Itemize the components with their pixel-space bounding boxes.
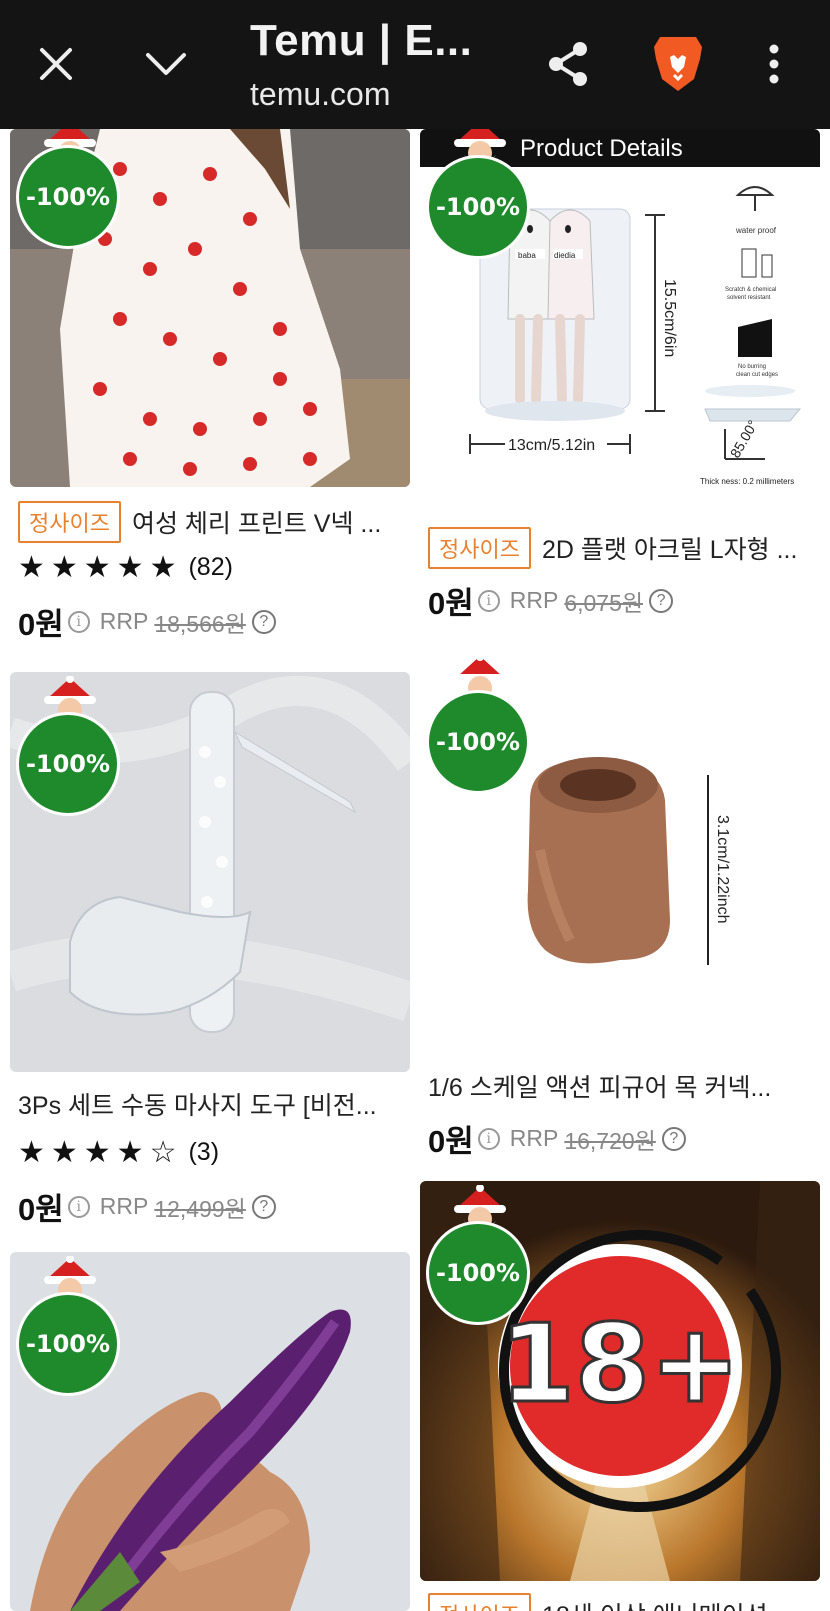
discount-badge: -100%: [426, 1185, 530, 1325]
discount-badge: -100%: [426, 654, 530, 794]
size-tag: 정사이즈: [428, 527, 531, 569]
product-title[interactable]: 여성 체리 프린트 V넥 ...: [132, 504, 381, 540]
discount-label: -100%: [426, 155, 530, 259]
image-label-left: baba: [518, 251, 536, 260]
discount-label: -100%: [426, 1221, 530, 1325]
rating-row: ★★★★☆ (3): [18, 1135, 219, 1170]
discount-badge: -100%: [16, 1256, 120, 1396]
question-icon[interactable]: ?: [661, 1126, 686, 1151]
product-card[interactable]: Product Details baba diedia 15.5cm/6in 1…: [420, 119, 820, 629]
size-tag: 정사이즈: [428, 1593, 531, 1611]
image-width-text: 13cm/5.12in: [508, 437, 595, 454]
question-icon[interactable]: ?: [251, 1194, 276, 1219]
rrp-value: 6,075원: [564, 589, 644, 616]
rrp-value: 16,720원: [564, 1127, 656, 1154]
product-card[interactable]: -100% 정사이즈 여성 체리 프린트 V넥 ... ★★★★★ (82) 0…: [10, 119, 410, 642]
feature-text: No burring: [738, 364, 766, 370]
image-dimension-text: 3.1cm/1.22inch: [714, 815, 731, 924]
product-title[interactable]: 18세 이상 애니메이션...: [542, 1596, 789, 1611]
discount-label: -100%: [16, 1292, 120, 1396]
product-card[interactable]: 18+ -100% 정사이즈 18세 이상 애니메이션...: [420, 1181, 820, 1611]
price-row: 0원 i RRP 6,075원 ?: [428, 578, 674, 623]
question-icon[interactable]: ?: [649, 588, 674, 613]
product-title[interactable]: 3Ps 세트 수동 마사지 도구 [비전...: [18, 1086, 377, 1122]
rrp-label: RRP: [99, 1193, 149, 1219]
tab-title[interactable]: Temu | E...: [250, 16, 472, 66]
rating-count: (3): [188, 1138, 220, 1166]
share-icon[interactable]: [540, 36, 596, 92]
rrp-label: RRP: [509, 587, 559, 613]
product-title-row[interactable]: 1/6 스케일 액션 피규어 목 커넥...: [428, 1068, 820, 1104]
discount-badge: -100%: [426, 119, 530, 259]
question-icon[interactable]: ?: [251, 609, 276, 634]
age-rating-text: 18+: [500, 1302, 741, 1427]
feature-text: Scratch & chemical: [725, 287, 776, 293]
feature-text: solvent resistant: [727, 295, 771, 301]
product-title-row[interactable]: 3Ps 세트 수동 마사지 도구 [비전...: [18, 1086, 410, 1122]
star-rating-icon: ★★★★★: [18, 550, 183, 585]
product-card[interactable]: 3.1cm/1.22inch -100% 1/6 스케일 액션 피규어 목 커넥…: [420, 650, 820, 1170]
product-title-row[interactable]: 정사이즈 2D 플랫 아크릴 L자형 ...: [428, 527, 820, 569]
star-rating-icon: ★★★★☆: [18, 1135, 183, 1170]
chevron-down-icon[interactable]: [138, 36, 194, 92]
url-text[interactable]: temu.com: [250, 76, 390, 113]
price: 0원: [18, 607, 64, 642]
price: 0원: [428, 586, 474, 621]
close-icon[interactable]: [28, 36, 84, 92]
image-header-text: Product Details: [520, 135, 683, 162]
discount-badge: -100%: [16, 119, 120, 249]
price: 0원: [428, 1124, 474, 1159]
more-vertical-icon[interactable]: [752, 36, 796, 92]
info-icon[interactable]: i: [477, 589, 500, 612]
discount-label: -100%: [426, 690, 530, 794]
image-height-text: 15.5cm/6in: [661, 279, 678, 357]
image-label-right: diedia: [554, 251, 576, 260]
feature-text: clean cut edges: [736, 372, 778, 378]
price-row: 0원 i RRP 18,566원 ?: [18, 599, 276, 644]
product-card[interactable]: -100% 3Ps 세트 수동 마사지 도구 [비전... ★★★★☆ (3) …: [10, 672, 410, 1232]
info-icon[interactable]: i: [67, 1195, 90, 1218]
rrp-value: 12,499원: [154, 1195, 246, 1222]
price-row: 0원 i RRP 12,499원 ?: [18, 1184, 276, 1229]
thickness-text: Thick ness: 0.2 millimeters: [700, 477, 794, 486]
product-title[interactable]: 1/6 스케일 액션 피규어 목 커넥...: [428, 1068, 771, 1104]
rrp-label: RRP: [99, 608, 149, 634]
product-title-row[interactable]: 정사이즈 여성 체리 프린트 V넥 ...: [18, 501, 410, 543]
discount-label: -100%: [16, 712, 120, 816]
browser-top-bar: Temu | E... temu.com: [0, 0, 830, 129]
size-tag: 정사이즈: [18, 501, 121, 543]
product-title[interactable]: 2D 플랫 아크릴 L자형 ...: [542, 530, 797, 566]
product-card[interactable]: -100%: [10, 1252, 410, 1611]
product-title-row[interactable]: 정사이즈 18세 이상 애니메이션...: [428, 1593, 820, 1611]
rating-count: (82): [188, 553, 233, 581]
info-icon[interactable]: i: [477, 1127, 500, 1150]
discount-badge: -100%: [16, 676, 120, 816]
rating-row: ★★★★★ (82): [18, 550, 233, 585]
price-row: 0원 i RRP 16,720원 ?: [428, 1116, 686, 1161]
feature-text: water proof: [735, 226, 777, 235]
info-icon[interactable]: i: [67, 610, 90, 633]
discount-label: -100%: [16, 145, 120, 249]
brave-lion-icon[interactable]: [648, 32, 708, 96]
price: 0원: [18, 1192, 64, 1227]
rrp-value: 18,566원: [154, 610, 246, 637]
rrp-label: RRP: [509, 1125, 559, 1151]
